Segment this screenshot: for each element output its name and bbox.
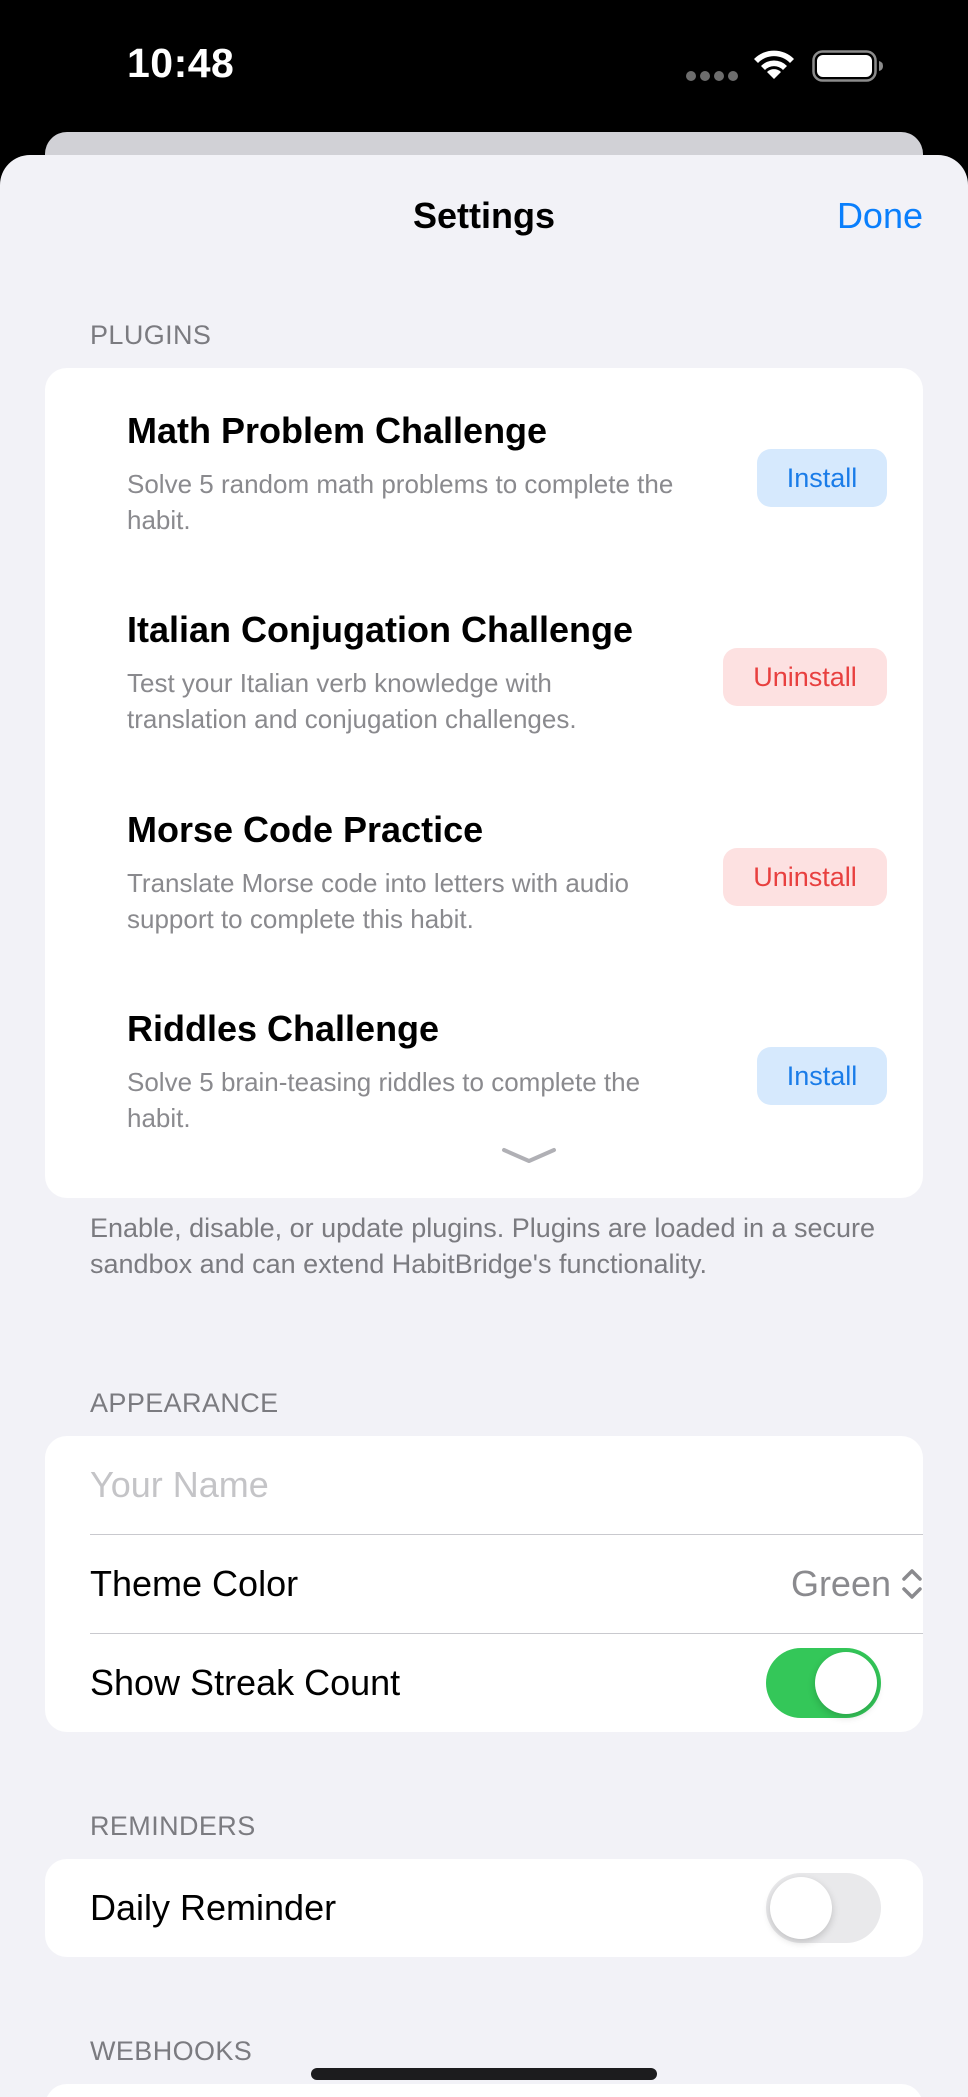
- daily-reminder-toggle[interactable]: [766, 1873, 881, 1943]
- show-streak-toggle[interactable]: [766, 1648, 881, 1718]
- section-header-webhooks: WEBHOOKS: [90, 2036, 253, 2066]
- plugin-description: Test your Italian verb knowledge with tr…: [127, 668, 577, 734]
- plugin-item: Riddles Challenge Solve 5 brain-teasing …: [127, 1008, 887, 1136]
- theme-color-row[interactable]: Theme Color Green: [90, 1535, 923, 1633]
- section-header-appearance: APPEARANCE: [90, 1388, 279, 1418]
- plugins-footer: Enable, disable, or update plugins. Plug…: [90, 1213, 876, 1279]
- plugin-description: Translate Morse code into letters with a…: [127, 868, 629, 934]
- plugin-description: Solve 5 random math problems to complete…: [127, 469, 674, 535]
- chevron-down-icon[interactable]: [501, 1146, 557, 1166]
- plugin-item: Morse Code Practice Translate Morse code…: [127, 809, 887, 937]
- webhooks-group: [45, 2084, 923, 2097]
- plugin-description: Solve 5 brain-teasing riddles to complet…: [127, 1067, 641, 1133]
- install-button[interactable]: Install: [757, 449, 887, 507]
- status-time: 10:48: [127, 40, 235, 86]
- section-header-reminders: REMINDERS: [90, 1811, 256, 1841]
- plugins-list[interactable]: Math Problem Challenge Solve 5 random ma…: [45, 368, 923, 1198]
- chevron-up-down-icon: [902, 1569, 922, 1599]
- plugin-title: Riddles Challenge: [127, 1008, 440, 1049]
- appearance-group: Theme Color Green Show Streak Count: [45, 1436, 923, 1732]
- settings-sheet: Settings Done PLUGINS Math Problem Chall…: [0, 155, 968, 2097]
- battery-icon: [812, 50, 883, 82]
- wifi-icon: [754, 50, 794, 79]
- status-bar: 10:48: [0, 0, 968, 130]
- page-title: Settings: [412, 195, 555, 236]
- theme-color-value: Green: [790, 1563, 891, 1604]
- show-streak-label: Show Streak Count: [90, 1662, 401, 1703]
- name-row: [90, 1436, 923, 1534]
- plugin-title: Math Problem Challenge: [127, 410, 548, 451]
- plugin-item: Math Problem Challenge Solve 5 random ma…: [127, 410, 887, 538]
- toggle-knob: [815, 1652, 877, 1714]
- section-header-plugins: PLUGINS: [90, 320, 212, 350]
- theme-color-label: Theme Color: [90, 1563, 299, 1604]
- uninstall-button[interactable]: Uninstall: [723, 848, 887, 906]
- done-button[interactable]: Done: [837, 195, 923, 237]
- cellular-signal-icon: [686, 71, 738, 81]
- uninstall-button[interactable]: Uninstall: [723, 648, 887, 706]
- theme-color-picker[interactable]: Green: [791, 1563, 923, 1605]
- daily-reminder-label: Daily Reminder: [90, 1887, 337, 1928]
- name-field[interactable]: [90, 1464, 870, 1506]
- reminders-group: Daily Reminder: [45, 1859, 923, 1957]
- plugin-title: Morse Code Practice: [127, 809, 484, 850]
- plugin-title: Italian Conjugation Challenge: [127, 609, 634, 650]
- install-button[interactable]: Install: [757, 1047, 887, 1105]
- plugin-item: Italian Conjugation Challenge Test your …: [127, 609, 887, 737]
- toggle-knob: [770, 1877, 832, 1939]
- home-indicator: [311, 2068, 657, 2080]
